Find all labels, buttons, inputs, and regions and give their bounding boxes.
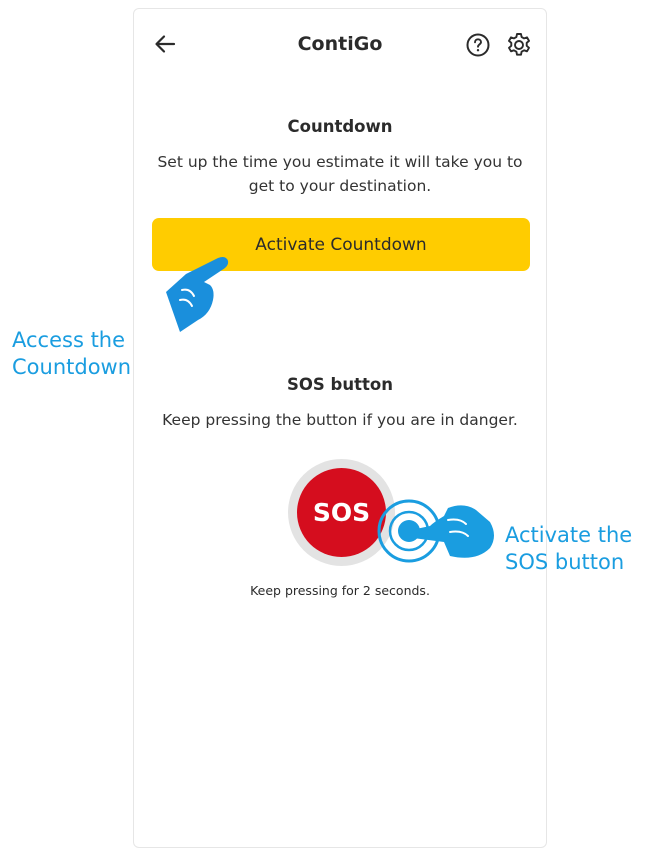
annotation-access-countdown: Access the Countdown <box>12 327 131 381</box>
gear-icon <box>508 33 530 56</box>
pointing-hand-icon <box>166 257 229 332</box>
annotation-activate-sos: Activate the SOS button <box>505 522 632 576</box>
annotation-line: Access the <box>12 328 126 352</box>
help-button[interactable] <box>465 32 491 58</box>
settings-button[interactable] <box>505 31 533 59</box>
question-circle-icon <box>466 33 490 57</box>
sos-hint: Keep pressing for 2 seconds. <box>250 583 430 598</box>
annotation-line: SOS button <box>505 550 625 574</box>
sos-button[interactable]: SOS <box>297 468 386 557</box>
annotation-line: Countdown <box>12 355 132 379</box>
sos-title: SOS button <box>287 375 393 394</box>
countdown-description: Set up the time you estimate it will tak… <box>157 153 523 195</box>
phone-screen: ContiGo Countdown Set up the time you es… <box>133 8 547 848</box>
countdown-title: Countdown <box>287 117 393 136</box>
annotation-line: Activate the <box>505 523 633 547</box>
sos-description: Keep pressing the button if you are in d… <box>162 411 518 429</box>
app-header: ContiGo <box>134 9 546 79</box>
pointing-hand-icon <box>410 505 494 558</box>
